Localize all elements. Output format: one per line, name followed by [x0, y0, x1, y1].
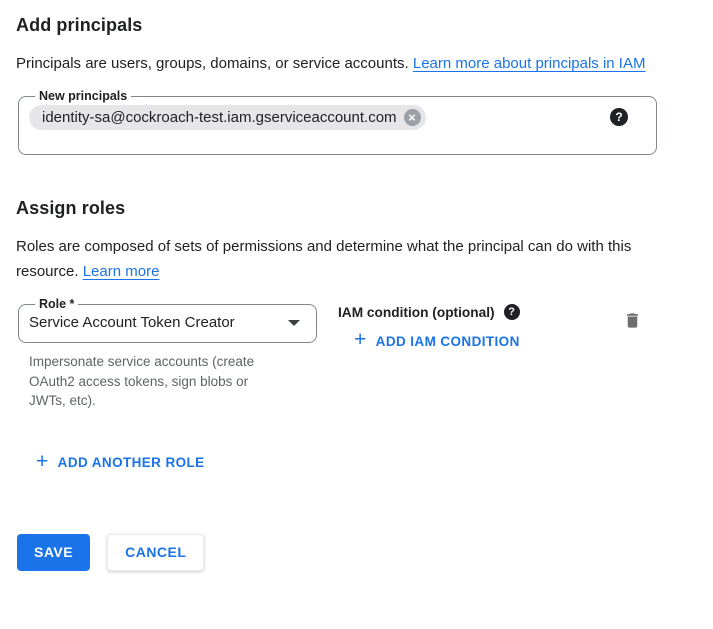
iam-condition-label: IAM condition (optional) [338, 305, 495, 320]
plus-icon: + [354, 332, 367, 348]
dropdown-arrow-icon [288, 320, 300, 326]
learn-more-principals-link[interactable]: Learn more about principals in IAM [413, 55, 646, 72]
remove-principal-icon[interactable]: × [404, 109, 421, 126]
add-principals-description: Principals are users, groups, domains, o… [16, 51, 678, 76]
new-principals-help-icon[interactable]: ? [610, 108, 628, 126]
role-column: Role * Service Account Token Creator Imp… [16, 297, 316, 411]
trash-icon [623, 310, 642, 331]
add-iam-condition-button[interactable]: + ADD IAM CONDITION [354, 333, 520, 349]
delete-role-button[interactable] [621, 308, 644, 336]
save-button[interactable]: SAVE [17, 534, 90, 571]
new-principals-field[interactable]: New principals identity-sa@cockroach-tes… [18, 89, 657, 155]
add-another-role-button[interactable]: + ADD ANOTHER ROLE [36, 455, 205, 471]
cancel-button[interactable]: CANCEL [107, 534, 204, 571]
iam-condition-column: IAM condition (optional) ? + ADD IAM CON… [338, 297, 520, 352]
role-label: Role * [35, 297, 78, 311]
assign-roles-title: Assign roles [16, 198, 697, 219]
principal-chip-label: identity-sa@cockroach-test.iam.gservicea… [42, 109, 397, 126]
plus-icon: + [36, 454, 49, 470]
new-principals-label: New principals [35, 89, 131, 103]
description-text: Principals are users, groups, domains, o… [16, 55, 409, 72]
add-principals-title: Add principals [16, 15, 697, 36]
add-another-role-label: ADD ANOTHER ROLE [58, 455, 205, 470]
add-iam-condition-label: ADD IAM CONDITION [376, 334, 520, 349]
add-principals-dialog: Add principals Principals are users, gro… [0, 0, 713, 629]
role-assignment-row: Role * Service Account Token Creator Imp… [16, 297, 697, 411]
role-select[interactable]: Role * Service Account Token Creator [18, 297, 317, 343]
dialog-actions: SAVE CANCEL [17, 534, 697, 571]
principal-chip[interactable]: identity-sa@cockroach-test.iam.gservicea… [29, 105, 426, 130]
learn-more-roles-link[interactable]: Learn more [83, 263, 160, 280]
assign-roles-description: Roles are composed of sets of permission… [16, 234, 678, 284]
iam-condition-help-icon[interactable]: ? [504, 304, 520, 320]
role-selected-value: Service Account Token Creator [29, 314, 235, 331]
role-helper-text: Impersonate service accounts (create OAu… [29, 352, 287, 411]
